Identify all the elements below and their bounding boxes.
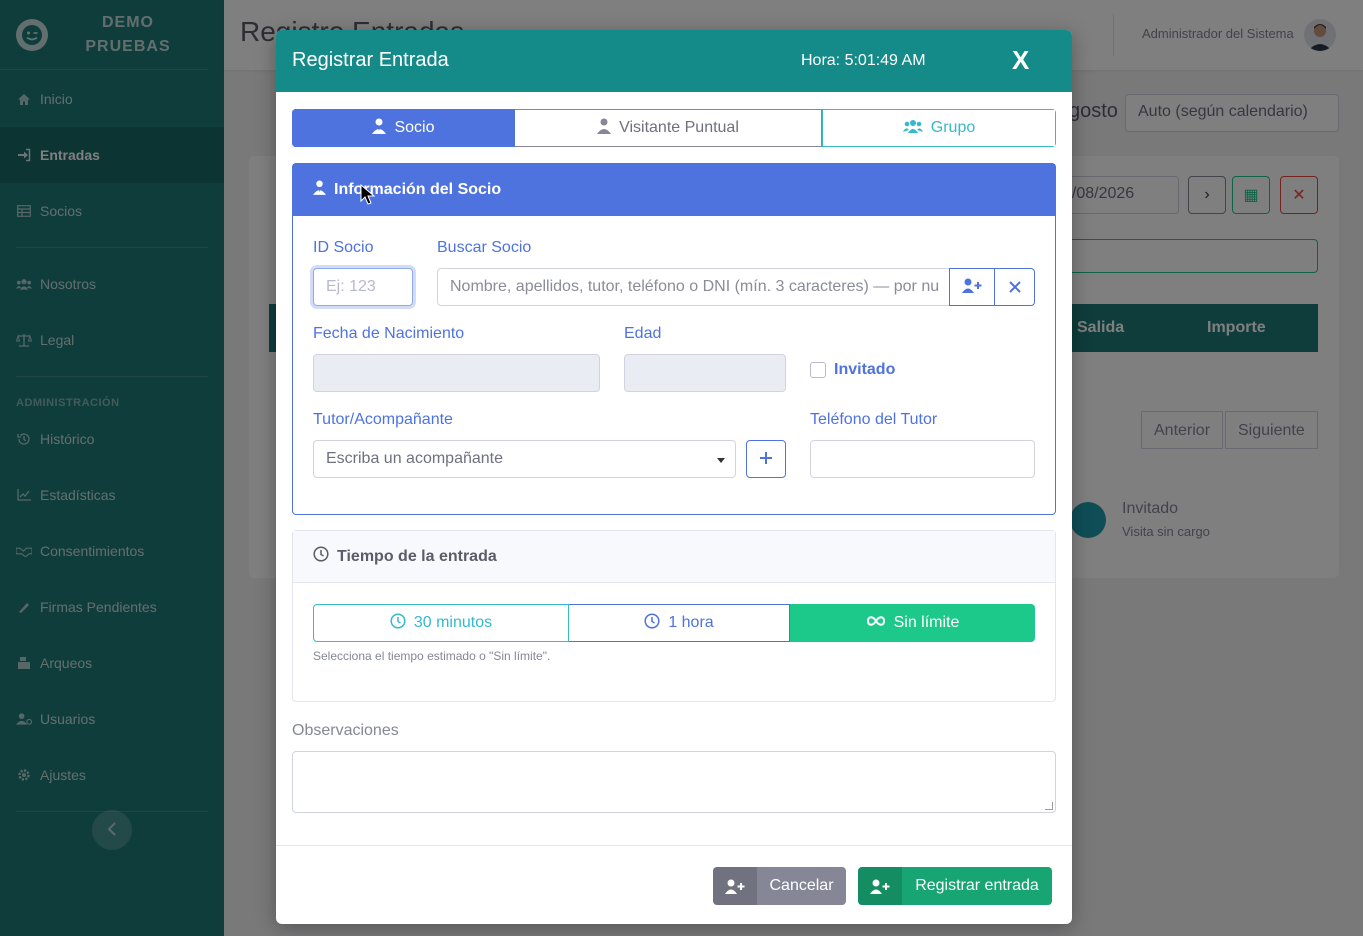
fecha-nacimiento-label: Fecha de Nacimiento	[313, 325, 465, 342]
user-plus-icon	[713, 867, 757, 905]
tutor-select-value: Escriba un acompañante	[326, 450, 503, 467]
invitado-label[interactable]: Invitado	[834, 361, 895, 379]
buscar-socio-input[interactable]: Nombre, apellidos, tutor, teléfono o DNI…	[437, 268, 950, 306]
entry-time-title: Tiempo de la entrada	[337, 547, 497, 565]
tab-socio-label: Socio	[394, 119, 435, 136]
edad-label: Edad	[624, 325, 662, 342]
time-option-30min[interactable]: 30 minutos	[313, 604, 569, 642]
cancel-button-label: Cancelar	[769, 877, 834, 894]
entry-time-header: Tiempo de la entrada	[293, 531, 1055, 583]
modal-footer: Cancelar Registrar entrada	[276, 845, 1072, 924]
tab-grupo-label: Grupo	[930, 119, 976, 136]
user-tie-icon	[313, 180, 326, 200]
fecha-nacimiento-input[interactable]	[313, 354, 600, 392]
edad-input[interactable]	[624, 354, 786, 392]
clear-search-button[interactable]	[994, 268, 1035, 306]
resize-grip-icon[interactable]	[1045, 802, 1053, 810]
modal-header: Registrar Entrada Hora: 5:01:49 AM X	[276, 30, 1072, 92]
clock-icon	[313, 546, 329, 567]
register-entry-button[interactable]: Registrar entrada	[858, 867, 1052, 905]
caret-down-icon	[717, 458, 725, 463]
register-entry-button-label: Registrar entrada	[915, 877, 1039, 894]
user-tie-icon	[372, 118, 387, 139]
plus-icon	[759, 449, 773, 470]
time-option-unlimited-label: Sin límite	[893, 614, 960, 631]
member-info-panel: Información del Socio ID Socio Ej: 123 B…	[292, 163, 1056, 515]
tutor-label: Tutor/Acompañante	[313, 411, 453, 428]
member-info-header: Información del Socio	[293, 164, 1055, 216]
invitado-checkbox[interactable]	[810, 362, 826, 378]
telefono-tutor-label: Teléfono del Tutor	[810, 411, 938, 428]
time-option-unlimited[interactable]: Sin límite	[790, 604, 1035, 642]
mouse-cursor-icon	[360, 183, 376, 211]
entry-type-tabs: Socio Visitante Puntual Grupo	[292, 109, 1056, 147]
tab-visitante-label: Visitante Puntual	[619, 119, 739, 136]
time-help-text: Selecciona el tiempo estimado o "Sin lím…	[313, 649, 551, 663]
add-member-button[interactable]	[949, 268, 995, 306]
buscar-socio-label: Buscar Socio	[437, 239, 532, 256]
clock-icon	[390, 612, 406, 634]
time-option-1h-label: 1 hora	[668, 614, 714, 631]
tutor-select[interactable]: Escriba un acompañante	[313, 440, 736, 478]
tab-grupo[interactable]: Grupo	[822, 109, 1056, 147]
id-socio-label: ID Socio	[313, 239, 374, 256]
clock-icon	[644, 612, 660, 634]
infinity-icon	[866, 614, 886, 632]
id-socio-input[interactable]: Ej: 123	[313, 268, 413, 306]
user-plus-icon	[962, 277, 982, 298]
telefono-tutor-input[interactable]	[810, 440, 1035, 478]
observaciones-label: Observaciones	[292, 722, 399, 739]
close-icon	[1008, 277, 1021, 298]
modal-clock: Hora: 5:01:49 AM	[801, 52, 926, 69]
observaciones-textarea[interactable]	[292, 751, 1056, 813]
user-plus-icon	[858, 867, 902, 905]
tab-visitante[interactable]: Visitante Puntual	[515, 109, 822, 147]
users-icon	[902, 119, 923, 138]
register-entry-modal: Registrar Entrada Hora: 5:01:49 AM X Soc…	[276, 30, 1072, 924]
cancel-button[interactable]: Cancelar	[713, 867, 846, 905]
entry-time-card: Tiempo de la entrada 30 minutos 1 hora S…	[292, 530, 1056, 702]
time-options: 30 minutos 1 hora Sin límite	[313, 604, 1035, 642]
user-icon	[597, 118, 612, 139]
time-option-1h[interactable]: 1 hora	[569, 604, 790, 642]
close-button[interactable]: X	[1012, 46, 1029, 74]
modal-title: Registrar Entrada	[292, 49, 449, 71]
tab-socio[interactable]: Socio	[292, 109, 515, 147]
time-option-30min-label: 30 minutos	[413, 614, 493, 631]
add-tutor-button[interactable]	[746, 440, 786, 478]
